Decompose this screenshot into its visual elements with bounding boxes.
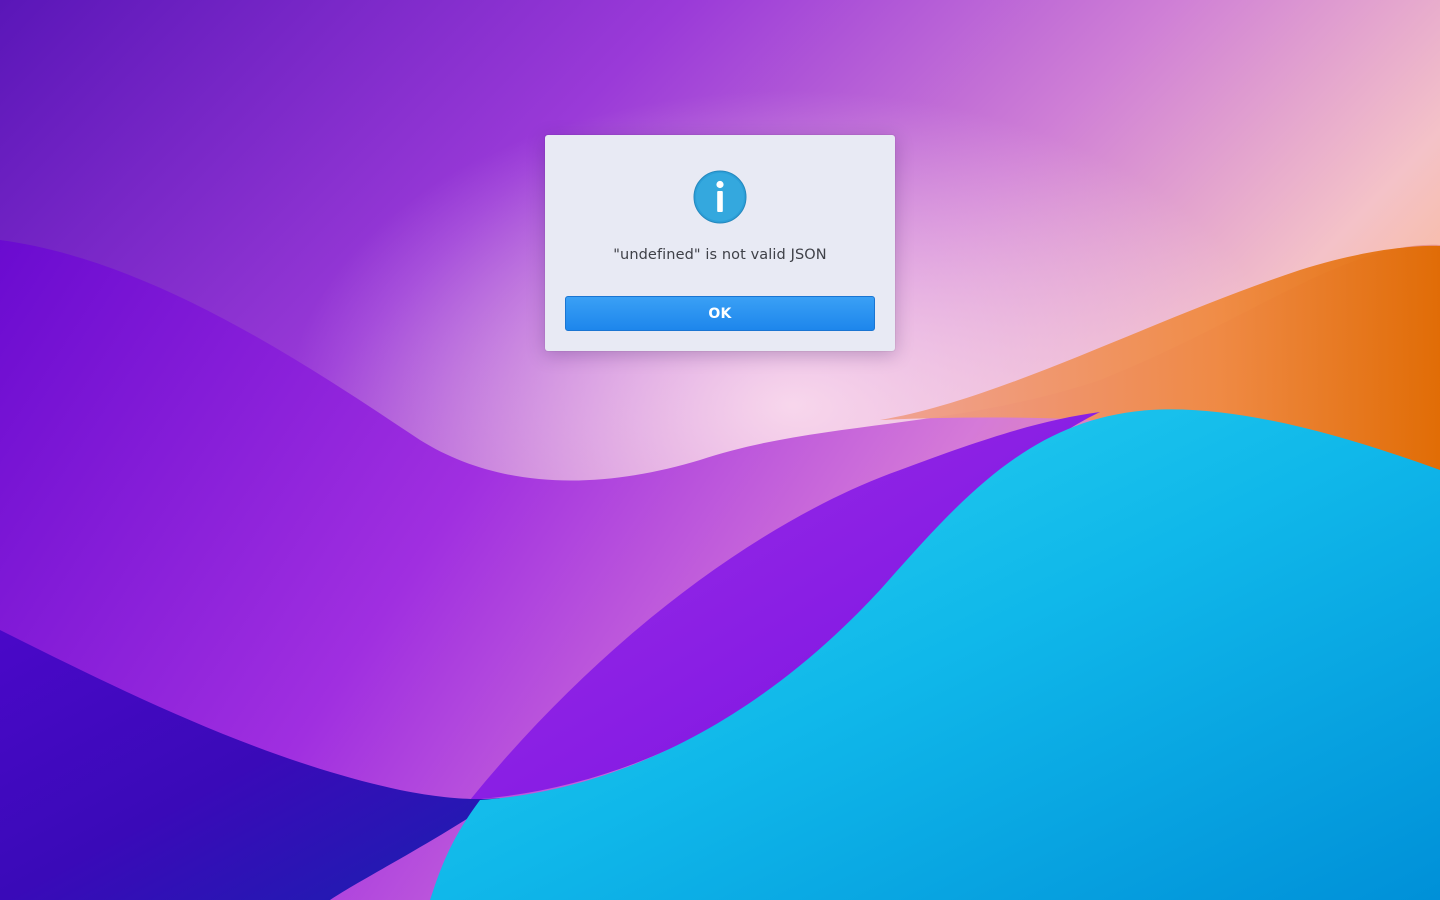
dialog-message: "undefined" is not valid JSON xyxy=(613,247,827,263)
ok-button[interactable]: OK xyxy=(565,296,875,331)
info-icon xyxy=(693,170,747,224)
desktop: "undefined" is not valid JSON OK xyxy=(0,0,1440,900)
alert-dialog: "undefined" is not valid JSON OK xyxy=(545,135,895,351)
